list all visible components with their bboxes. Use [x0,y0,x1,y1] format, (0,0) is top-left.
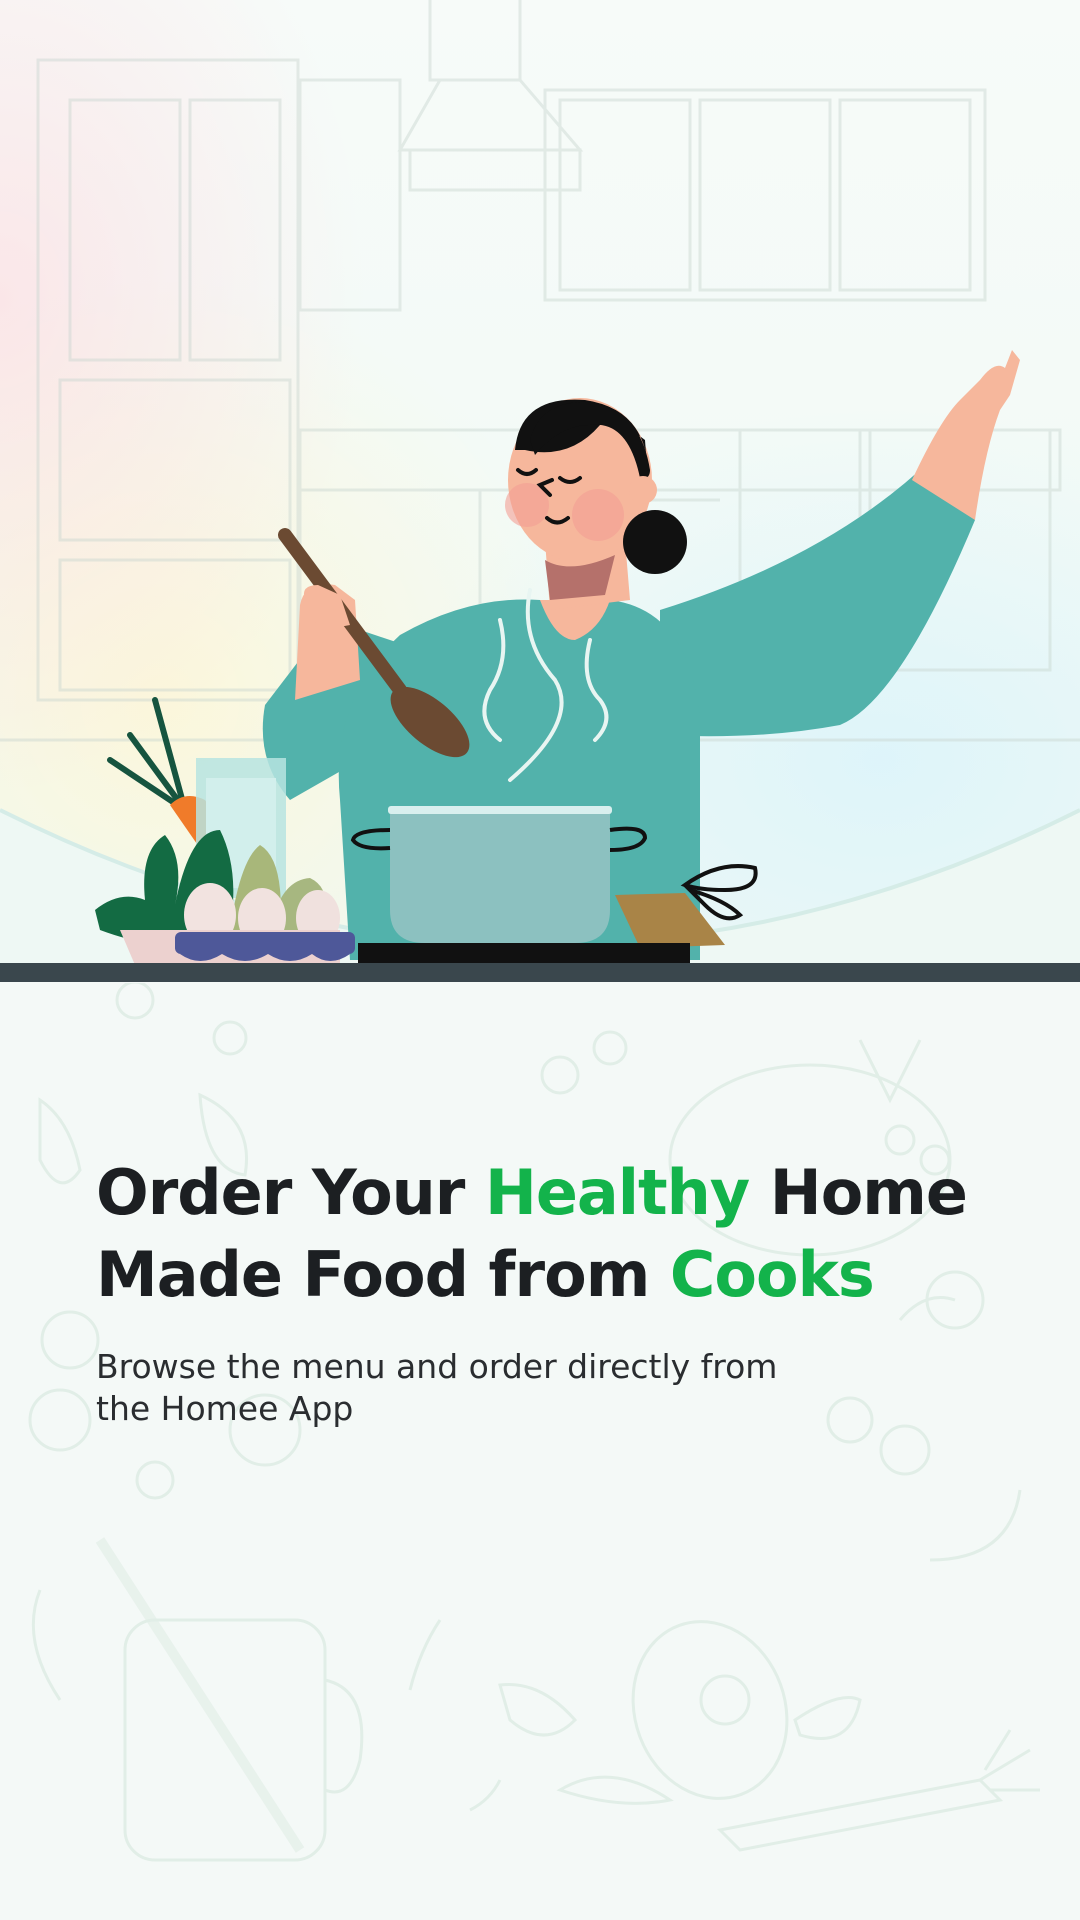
kitchen-counter [0,963,1080,982]
headline-text-1: Order Your [96,1156,485,1229]
headline-highlight-cooks: Cooks [669,1238,875,1311]
headline-highlight-healthy: Healthy [484,1156,750,1229]
subtitle: Browse the menu and order directly from t… [96,1346,856,1430]
food-doodles-background [28,983,1040,1862]
hero-section [0,0,1080,982]
subtitle-line-1: Browse the menu and order directly from [96,1347,778,1386]
woman-cooking-illustration [0,350,1080,982]
subtitle-line-2: the Homee App [96,1389,354,1428]
headline: Order Your Healthy Home Made Food from C… [96,1152,1036,1316]
